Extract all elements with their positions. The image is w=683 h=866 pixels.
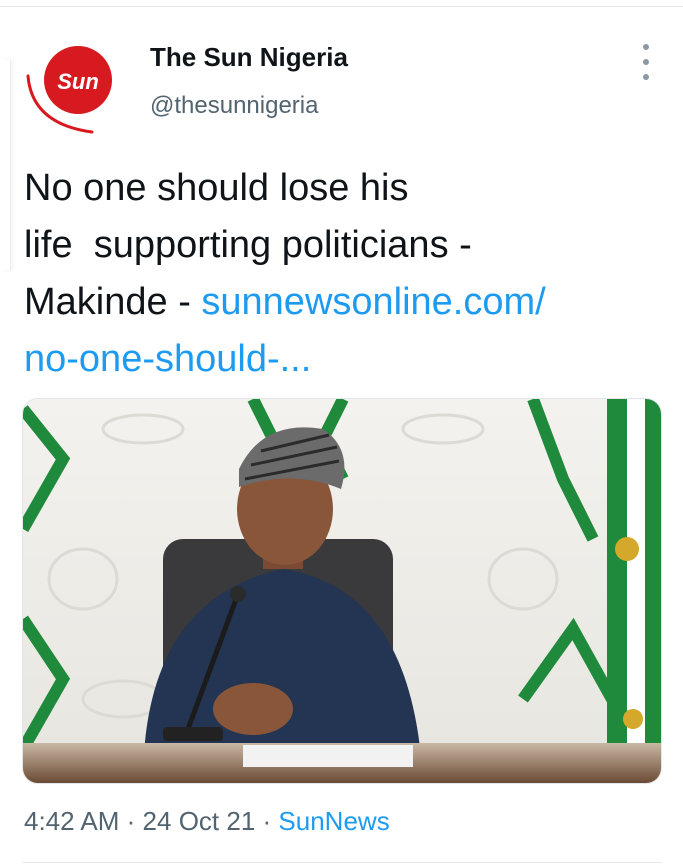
author-handle[interactable]: @thesunnigeria xyxy=(150,92,318,120)
tweet-text-line: Makinde - xyxy=(24,281,202,323)
tweet-link-continued[interactable]: no-one-should-... xyxy=(24,331,644,388)
sun-logo-icon: Sun xyxy=(26,46,112,134)
tweet-text-line: life supporting politicians - xyxy=(24,224,472,266)
photo-illustration xyxy=(23,399,661,783)
more-vertical-icon xyxy=(643,74,649,80)
more-vertical-icon xyxy=(643,59,649,65)
meta-separator: · xyxy=(262,806,272,836)
tweet: Sun The Sun Nigeria @thesunnigeria No on… xyxy=(0,0,683,866)
bottom-divider xyxy=(22,862,662,863)
avatar-text: Sun xyxy=(57,69,99,94)
tweet-date[interactable]: 24 Oct 21 xyxy=(143,806,256,836)
more-options-button[interactable] xyxy=(636,44,656,80)
tweet-time[interactable]: 4:42 AM xyxy=(24,806,119,836)
tweet-text-line: No one should lose his xyxy=(24,167,409,209)
tweet-meta: 4:42 AM · 24 Oct 21 · SunNews xyxy=(24,806,390,837)
tweet-link[interactable]: sunnewsonline.com/ xyxy=(201,281,545,323)
tweet-source[interactable]: SunNews xyxy=(278,806,389,836)
meta-separator: · xyxy=(126,806,136,836)
tweet-text: No one should lose his life supporting p… xyxy=(24,160,644,388)
tweet-photo[interactable] xyxy=(22,398,662,784)
avatar[interactable]: Sun xyxy=(22,36,130,136)
author-name[interactable]: The Sun Nigeria xyxy=(150,42,348,73)
more-vertical-icon xyxy=(643,44,649,50)
